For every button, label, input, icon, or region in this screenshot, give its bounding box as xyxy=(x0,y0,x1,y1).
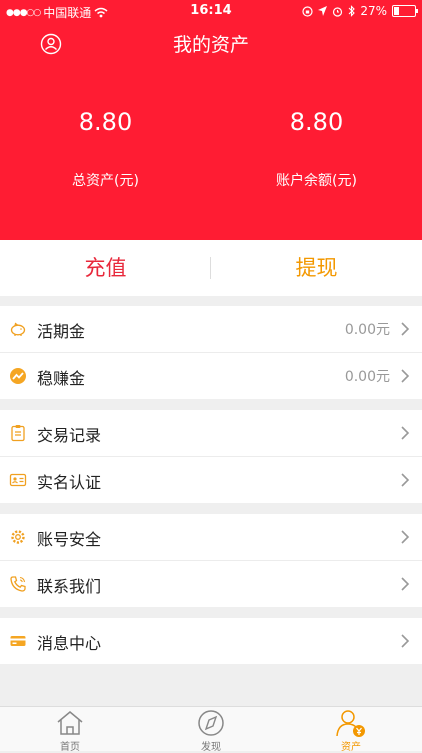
tab-label: 发现 xyxy=(201,742,221,753)
list-item-label: 交易记录 xyxy=(37,426,102,445)
location-icon xyxy=(318,6,328,16)
list-item-label: 联系我们 xyxy=(37,577,102,596)
account-group: 账号安全 联系我们 xyxy=(0,514,422,607)
phone-icon xyxy=(10,576,26,592)
list-item-current-gold[interactable]: 活期金 0.00元 xyxy=(0,306,422,353)
message-card-icon xyxy=(10,636,26,646)
withdraw-button[interactable]: 提现 xyxy=(211,240,422,296)
chevron-right-icon xyxy=(401,577,410,591)
clipboard-icon xyxy=(11,425,25,442)
battery-percent: 27% xyxy=(360,4,387,18)
list-item-transactions[interactable]: 交易记录 xyxy=(0,410,422,457)
page-title: 我的资产 xyxy=(172,34,249,56)
list-item-label: 账号安全 xyxy=(37,530,102,549)
title-row: 我的资产 xyxy=(0,30,422,58)
total-assets-value: 8.80 xyxy=(78,108,133,136)
chevron-right-icon xyxy=(401,530,410,544)
list-item-value: 0.00元 xyxy=(344,369,390,385)
records-group: 交易记录 实名认证 xyxy=(0,410,422,503)
list-item-steady-gold[interactable]: 稳赚金 0.00元 xyxy=(0,353,422,399)
chevron-right-icon xyxy=(401,426,410,440)
assets-icon xyxy=(336,710,365,737)
action-bar: 充值 提现 xyxy=(0,240,422,296)
gear-icon xyxy=(11,530,25,544)
bluetooth-icon xyxy=(348,5,356,17)
chevron-right-icon xyxy=(401,322,410,336)
home-icon xyxy=(57,711,83,735)
chevron-right-icon xyxy=(401,369,410,383)
alarm-icon xyxy=(333,6,343,17)
messages-group: 消息中心 xyxy=(0,618,422,664)
status-bar-right: 27% xyxy=(302,4,418,18)
list-item-value: 0.00元 xyxy=(344,322,390,338)
id-card-icon xyxy=(9,473,27,487)
tab-label: 资产 xyxy=(341,742,361,753)
tab-label: 首页 xyxy=(60,742,80,753)
account-balance-label: 账户余额(元) xyxy=(276,173,357,189)
list-item-label: 消息中心 xyxy=(37,634,102,653)
total-assets: 8.80 总资产(元) xyxy=(0,108,211,190)
growth-icon xyxy=(10,368,26,384)
list-item-message-center[interactable]: 消息中心 xyxy=(0,618,422,664)
account-balance-value: 8.80 xyxy=(289,108,344,136)
account-balance: 8.80 账户余额(元) xyxy=(211,108,422,190)
tab-assets[interactable]: 资产 xyxy=(281,707,421,753)
list-item-contact-us[interactable]: 联系我们 xyxy=(0,561,422,607)
list-item-label: 实名认证 xyxy=(37,473,102,492)
total-assets-label: 总资产(元) xyxy=(72,173,139,189)
investments-group: 活期金 0.00元 稳赚金 0.00元 xyxy=(0,306,422,399)
list-item-verification[interactable]: 实名认证 xyxy=(0,457,422,503)
tab-discover[interactable]: 发现 xyxy=(141,707,281,753)
list-item-label: 活期金 xyxy=(37,322,86,341)
piggy-bank-icon xyxy=(10,322,26,336)
tab-bar: 首页 发现 资产 xyxy=(0,706,422,753)
status-bar: ●●●○○ 中国联通 16:14 27% xyxy=(0,0,422,22)
compass-icon xyxy=(198,710,224,736)
battery-icon xyxy=(392,5,418,17)
chevron-right-icon xyxy=(401,634,410,648)
orientation-lock-icon xyxy=(302,5,313,17)
battery-level xyxy=(394,7,400,15)
tab-home[interactable]: 首页 xyxy=(0,707,140,753)
list-item-label: 稳赚金 xyxy=(37,369,86,388)
recharge-button[interactable]: 充值 xyxy=(0,240,211,296)
chevron-right-icon xyxy=(401,473,410,487)
list-item-account-security[interactable]: 账号安全 xyxy=(0,514,422,561)
assets-header: ●●●○○ 中国联通 16:14 27% 我的资产 8.80 总资产(元) 8.… xyxy=(0,0,422,240)
